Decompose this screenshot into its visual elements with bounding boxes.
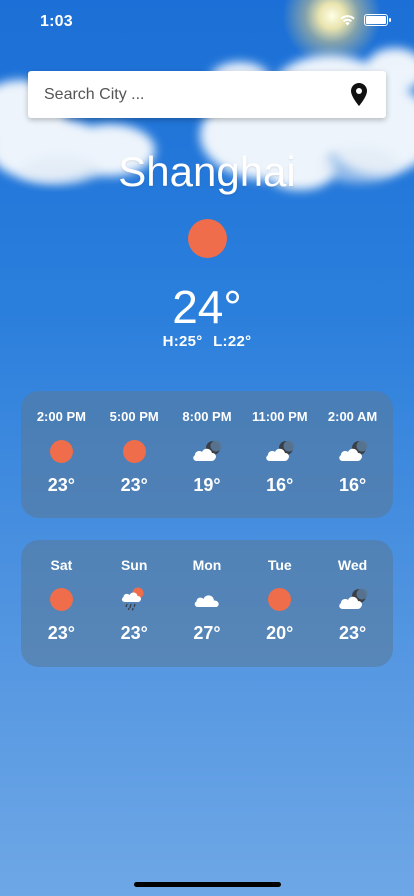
location-pin-icon[interactable] [350, 83, 368, 107]
sun-icon [49, 439, 73, 463]
cloudy-night-icon [266, 440, 295, 461]
daily-item: Tue 20° [244, 540, 316, 667]
hourly-item: 11:00 PM 16° [244, 391, 316, 518]
search-city-input[interactable] [44, 85, 350, 104]
battery-icon [364, 14, 391, 26]
hourly-item: 5:00 PM 23° [98, 391, 170, 518]
hourly-item: 2:00 AM 16° [317, 391, 389, 518]
daily-item: Sat 23° [25, 540, 97, 667]
daily-temp: 23° [120, 623, 148, 643]
hourly-time: 5:00 PM [109, 409, 159, 424]
daily-day: Wed [337, 557, 368, 573]
sun-icon [122, 439, 146, 463]
hourly-temp: 16° [266, 475, 294, 495]
daily-day: Sat [50, 557, 73, 573]
daily-temp: 23° [338, 623, 367, 643]
sun-icon [188, 219, 227, 258]
status-bar: 1:03 [0, 0, 414, 44]
hourly-temp: 19° [193, 475, 221, 495]
sun-icon [268, 587, 292, 611]
daily-forecast-card: Sat 23° Sun 23° Mon 27° Tue 20° Wed 23° [21, 540, 393, 667]
city-name: Shanghai [118, 148, 296, 195]
wifi-icon [340, 15, 355, 26]
hourly-item: 2:00 PM 23° [25, 391, 97, 518]
daily-temp: 27° [193, 623, 221, 643]
hourly-time: 8:00 PM [182, 409, 232, 424]
status-time: 1:03 [40, 13, 73, 30]
rain-sun-cloud-icon [122, 587, 144, 611]
cloud-icon [194, 595, 219, 607]
daily-day: Mon [192, 557, 222, 573]
daily-item: Sun 23° [98, 540, 170, 667]
cloudy-night-icon [338, 440, 368, 461]
high-low: H:25° L:22° [0, 333, 414, 350]
daily-day: Tue [267, 557, 292, 573]
hourly-temp: 23° [47, 475, 75, 495]
sun-icon [49, 587, 73, 611]
daily-temp: 20° [266, 623, 294, 643]
hourly-temp: 16° [338, 475, 367, 495]
high-temperature: H:25° [162, 333, 203, 350]
hourly-time: 2:00 PM [36, 409, 86, 424]
search-bar [28, 71, 386, 118]
daily-item: Mon 27° [171, 540, 243, 667]
cloudy-night-icon [338, 588, 368, 609]
daily-temp: 23° [47, 623, 75, 643]
hourly-item: 8:00 PM 19° [171, 391, 243, 518]
low-temperature: L:22° [213, 333, 252, 350]
hourly-time: 11:00 PM [251, 409, 308, 424]
home-indicator[interactable] [134, 882, 281, 887]
current-temperature: 24° [172, 281, 242, 333]
hourly-forecast-card: 2:00 PM 23° 5:00 PM 23° 8:00 PM 19° 11:0… [21, 391, 393, 518]
hourly-time: 2:00 AM [327, 409, 378, 424]
cloudy-night-icon [193, 440, 222, 461]
daily-item: Wed 23° [317, 540, 389, 667]
status-icons [339, 14, 391, 26]
hourly-temp: 23° [120, 475, 148, 495]
daily-day: Sun [120, 557, 148, 573]
